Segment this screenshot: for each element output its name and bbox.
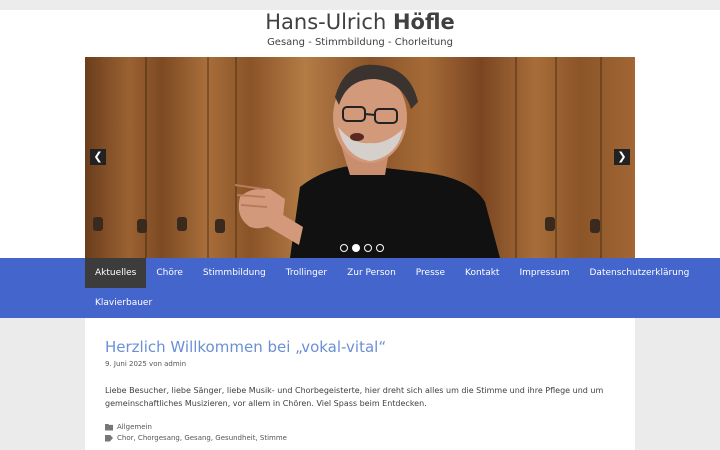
slider-prev-button[interactable]: ❮ [90, 149, 106, 165]
nav-item-aktuelles[interactable]: Aktuelles [85, 258, 147, 288]
post-title[interactable]: Herzlich Willkommen bei „vokal-vital“ [105, 338, 386, 356]
slider-pagination [340, 244, 384, 252]
tag-icon [105, 434, 113, 442]
post-category: Allgemein [105, 423, 152, 431]
site-title-first[interactable]: Hans-Ulrich [265, 10, 386, 34]
slider-dot-active[interactable] [352, 244, 360, 252]
nav-item-choere[interactable]: Chöre [146, 258, 193, 288]
nav-item-impressum[interactable]: Impressum [509, 258, 579, 288]
category-link[interactable]: Allgemein [117, 423, 152, 431]
slider-section: ❮ ❯ [0, 57, 720, 258]
tag-links[interactable]: Chor, Chorgesang, Gesang, Gesundheit, St… [117, 434, 287, 442]
nav-item-klavierbauer[interactable]: Klavierbauer [85, 288, 162, 318]
main-navigation: Aktuelles Chöre Stimmbildung Trollinger … [0, 258, 720, 318]
post-excerpt: Liebe Besucher, liebe Sänger, liebe Musi… [105, 386, 604, 408]
folder-icon [105, 423, 113, 431]
top-strip [0, 0, 720, 10]
chevron-right-icon: ❯ [617, 150, 627, 163]
slider-photo [234, 64, 500, 258]
nav-item-kontakt[interactable]: Kontakt [455, 258, 509, 288]
site-header: Hans-Ulrich Höfle Gesang - Stimmbildung … [0, 10, 720, 57]
site-title[interactable]: Hans-Ulrich Höfle [0, 10, 720, 34]
nav-item-datenschutz[interactable]: Datenschutzerklärung [580, 258, 700, 288]
image-slider: ❮ ❯ [85, 57, 635, 258]
post-article: Herzlich Willkommen bei „vokal-vital“ 9.… [85, 318, 635, 450]
nav-item-trollinger[interactable]: Trollinger [276, 258, 337, 288]
nav-item-presse[interactable]: Presse [406, 258, 455, 288]
nav-item-zur-person[interactable]: Zur Person [337, 258, 406, 288]
post-tags: Chor, Chorgesang, Gesang, Gesundheit, St… [105, 434, 287, 442]
slider-next-button[interactable]: ❯ [614, 149, 630, 165]
slider-dot[interactable] [376, 244, 384, 252]
slider-dot[interactable] [364, 244, 372, 252]
site-title-last[interactable]: Höfle [393, 10, 455, 34]
slider-dot[interactable] [340, 244, 348, 252]
chevron-left-icon: ❮ [93, 150, 103, 163]
post-meta: 9. Juni 2025 von admin [105, 360, 187, 368]
nav-item-stimmbildung[interactable]: Stimmbildung [193, 258, 276, 288]
site-description: Gesang - Stimmbildung - Chorleitung [267, 37, 453, 48]
